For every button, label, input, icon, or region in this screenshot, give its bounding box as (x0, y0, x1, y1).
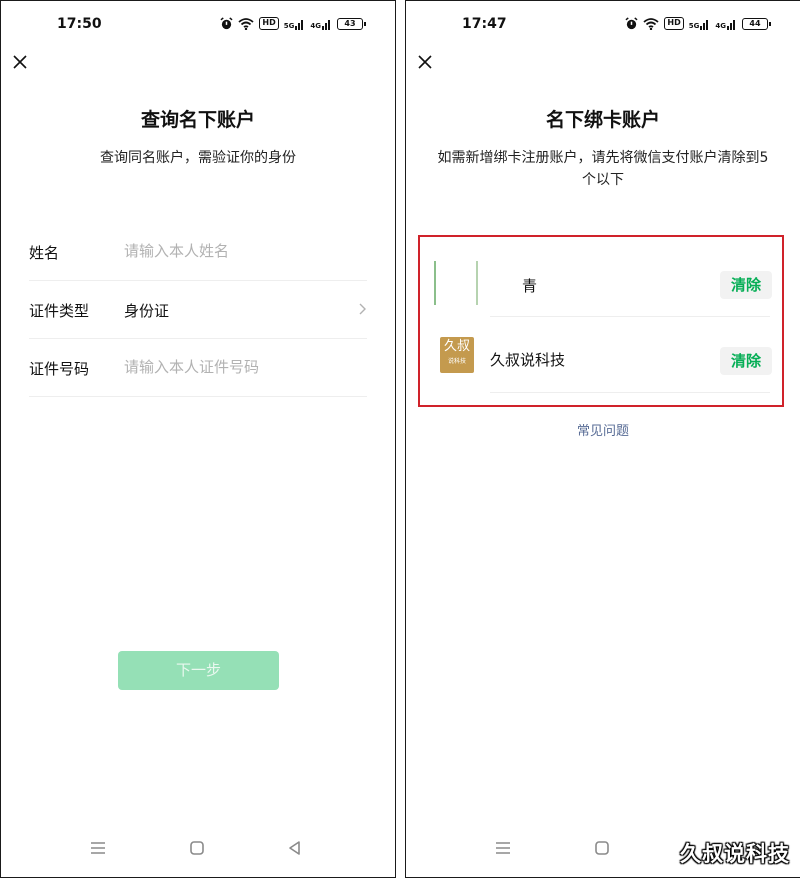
hd-badge: HD (259, 17, 279, 30)
account-name: 青 (522, 277, 538, 295)
menu-icon[interactable] (89, 839, 107, 857)
name-input[interactable] (124, 235, 344, 267)
system-nav-bar (1, 839, 395, 863)
right-screen: 17:47 HD 5G 4G 44 名下绑卡账户 如需新增绑卡注册账户，请先将微… (405, 0, 800, 878)
wifi-icon (643, 17, 659, 30)
wifi-icon (238, 17, 254, 30)
back-icon[interactable] (286, 839, 304, 857)
watermark: 久叔说科技 (680, 842, 790, 866)
battery-icon: 43 (337, 17, 366, 30)
name-label: 姓名 (29, 244, 60, 262)
battery-icon: 44 (742, 17, 771, 30)
status-bar: 17:47 HD 5G 4G 44 (406, 1, 800, 49)
clear-account-button[interactable]: 清除 (720, 347, 772, 375)
id-type-label: 证件类型 (29, 302, 90, 320)
home-icon[interactable] (188, 839, 206, 857)
status-time: 17:47 (462, 16, 507, 32)
alarm-icon (220, 17, 233, 30)
faq-link[interactable]: 常见问题 (406, 420, 800, 439)
page-title: 名下绑卡账户 (545, 109, 660, 131)
id-type-row[interactable]: 证件类型 身份证 (29, 281, 367, 339)
avatar (434, 261, 478, 305)
menu-icon[interactable] (494, 839, 512, 857)
id-number-row: 证件号码 (29, 339, 367, 397)
page-title: 查询名下账户 (140, 109, 255, 131)
status-icons: HD 5G 4G 44 (625, 17, 771, 30)
alarm-icon (625, 17, 638, 30)
name-row: 姓名 (29, 223, 367, 281)
divider (490, 392, 770, 393)
status-icons: HD 5G 4G 43 (220, 17, 366, 30)
id-type-value: 身份证 (124, 302, 170, 320)
left-screen: 17:50 HD 5G 4G 43 查询名下账户 查询同名账户，需验证你的身份 … (0, 0, 396, 878)
close-icon[interactable] (11, 53, 29, 71)
account-row: 青 清除 (420, 241, 782, 317)
account-name: 久叔说科技 (490, 351, 566, 369)
signal-icon: 5G (689, 18, 711, 30)
chevron-right-icon (359, 303, 366, 315)
home-icon[interactable] (593, 839, 611, 857)
avatar: 久叔 说科技 (440, 337, 474, 373)
id-number-label: 证件号码 (29, 360, 90, 378)
account-list-highlight: 青 清除 久叔 说科技 久叔说科技 清除 (418, 235, 784, 407)
screen-gap (396, 0, 405, 878)
close-icon[interactable] (416, 53, 434, 71)
signal-icon: 5G (284, 18, 306, 30)
page-subtitle: 如需新增绑卡注册账户，请先将微信支付账户清除到5个以下 (437, 150, 769, 188)
signal-icon: 4G (715, 18, 737, 30)
account-row: 久叔 说科技 久叔说科技 清除 (420, 317, 782, 393)
status-time: 17:50 (57, 16, 102, 32)
signal-icon: 4G (310, 18, 332, 30)
clear-account-button[interactable]: 清除 (720, 271, 772, 299)
next-step-button[interactable]: 下一步 (118, 651, 279, 690)
status-bar: 17:50 HD 5G 4G 43 (1, 1, 395, 49)
hd-badge: HD (664, 17, 684, 30)
page-subtitle: 查询同名账户，需验证你的身份 (100, 150, 296, 166)
id-number-input[interactable] (124, 351, 344, 383)
